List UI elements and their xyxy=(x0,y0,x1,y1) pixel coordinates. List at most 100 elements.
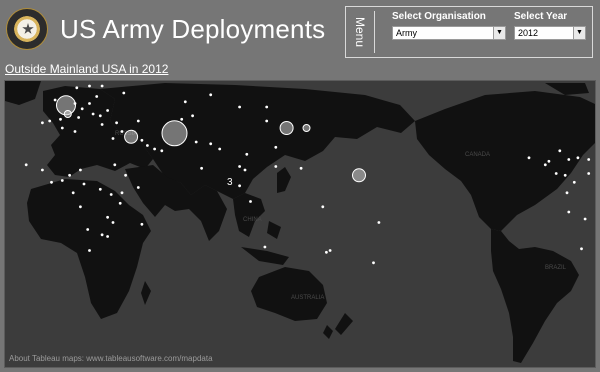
deployment-marker[interactable] xyxy=(194,140,198,144)
deployment-marker[interactable] xyxy=(567,158,571,161)
deployment-marker[interactable] xyxy=(238,165,242,168)
map-subtitle[interactable]: Outside Mainland USA in 2012 xyxy=(5,62,168,76)
deployment-marker[interactable] xyxy=(161,120,188,147)
deployment-marker[interactable] xyxy=(106,109,109,112)
deployment-marker[interactable] xyxy=(583,217,587,221)
deployment-marker[interactable] xyxy=(106,235,109,238)
deployment-marker[interactable] xyxy=(321,205,325,209)
deployment-marker[interactable] xyxy=(100,123,104,126)
deployment-marker[interactable] xyxy=(113,163,117,167)
deployment-marker[interactable] xyxy=(41,168,44,172)
chevron-down-icon[interactable]: ▼ xyxy=(573,27,585,39)
deployment-marker[interactable] xyxy=(136,186,140,189)
deployment-marker[interactable] xyxy=(71,191,75,195)
deployment-marker[interactable] xyxy=(88,249,91,252)
deployment-marker[interactable] xyxy=(124,129,139,144)
deployment-marker[interactable] xyxy=(80,107,84,111)
deployment-marker[interactable] xyxy=(153,147,157,151)
deployment-marker[interactable] xyxy=(53,98,57,102)
deployment-marker[interactable] xyxy=(50,180,53,184)
deployment-marker[interactable] xyxy=(587,172,591,175)
deployment-marker[interactable] xyxy=(140,138,144,142)
deployment-marker[interactable] xyxy=(160,149,164,153)
deployment-marker[interactable] xyxy=(98,187,102,191)
deployment-marker[interactable] xyxy=(302,124,311,132)
deployment-marker[interactable] xyxy=(115,121,118,125)
deployment-marker[interactable] xyxy=(238,184,242,188)
deployment-marker[interactable] xyxy=(325,250,328,254)
deployment-marker[interactable] xyxy=(572,180,576,184)
deployment-marker[interactable] xyxy=(238,105,242,109)
deployment-marker[interactable] xyxy=(263,245,267,249)
deployment-marker[interactable] xyxy=(200,166,204,170)
deployment-marker[interactable] xyxy=(109,193,113,196)
deployment-marker[interactable] xyxy=(86,228,90,231)
deployment-marker[interactable] xyxy=(100,233,104,237)
deployment-marker[interactable] xyxy=(209,93,213,97)
deployment-map[interactable]: RUSSIACHINACANADABRAZILAUSTRALIA 3 About… xyxy=(4,80,596,368)
deployment-marker[interactable] xyxy=(180,117,184,121)
organisation-select[interactable]: Army ▼ xyxy=(392,26,506,40)
deployment-marker[interactable] xyxy=(111,221,115,224)
year-select[interactable]: 2012 ▼ xyxy=(514,26,586,40)
deployment-marker[interactable] xyxy=(79,168,82,172)
deployment-marker[interactable] xyxy=(554,172,558,175)
deployment-marker[interactable] xyxy=(558,149,562,153)
deployment-marker[interactable] xyxy=(48,119,52,123)
deployment-marker[interactable] xyxy=(183,100,187,104)
deployment-marker[interactable] xyxy=(372,261,375,265)
deployment-marker[interactable] xyxy=(82,182,86,186)
deployment-marker[interactable] xyxy=(95,95,99,98)
deployment-marker[interactable] xyxy=(243,168,247,172)
deployment-marker[interactable] xyxy=(245,152,249,156)
deployment-marker[interactable] xyxy=(111,137,115,140)
map-attribution[interactable]: About Tableau maps: www.tableausoftware.… xyxy=(9,354,213,363)
deployment-marker[interactable] xyxy=(91,112,95,116)
deployment-marker[interactable] xyxy=(209,142,213,146)
deployment-marker[interactable] xyxy=(565,191,569,195)
deployment-marker[interactable] xyxy=(146,144,149,147)
deployment-marker[interactable] xyxy=(77,116,80,119)
deployment-marker[interactable] xyxy=(274,145,278,149)
deployment-marker[interactable] xyxy=(576,156,580,160)
deployment-marker[interactable] xyxy=(265,105,269,109)
deployment-marker[interactable] xyxy=(106,215,109,219)
deployment-marker[interactable] xyxy=(100,84,104,88)
deployment-marker[interactable] xyxy=(124,173,127,177)
deployment-marker[interactable] xyxy=(527,156,531,160)
deployment-marker[interactable] xyxy=(191,114,195,118)
deployment-marker[interactable] xyxy=(136,119,140,123)
deployment-marker[interactable] xyxy=(59,117,62,121)
deployment-marker[interactable] xyxy=(140,222,144,226)
deployment-marker[interactable] xyxy=(265,119,269,123)
deployment-marker[interactable] xyxy=(73,102,77,105)
world-map[interactable]: RUSSIACHINACANADABRAZILAUSTRALIA 3 xyxy=(5,81,596,368)
deployment-marker[interactable] xyxy=(24,163,28,167)
deployment-marker[interactable] xyxy=(543,163,547,167)
deployment-marker[interactable] xyxy=(563,173,567,177)
deployment-marker[interactable] xyxy=(122,91,126,95)
deployment-marker[interactable] xyxy=(299,166,303,170)
chevron-down-icon[interactable]: ▼ xyxy=(493,27,505,39)
deployment-marker[interactable] xyxy=(75,86,79,90)
deployment-marker[interactable] xyxy=(60,126,64,130)
deployment-marker[interactable] xyxy=(249,200,252,203)
deployment-marker[interactable] xyxy=(41,121,44,125)
deployment-marker[interactable] xyxy=(120,130,124,133)
deployment-marker[interactable] xyxy=(547,159,551,163)
deployment-marker[interactable] xyxy=(274,165,278,168)
deployment-marker[interactable] xyxy=(120,191,124,195)
deployment-marker[interactable] xyxy=(352,168,366,183)
deployment-marker[interactable] xyxy=(88,102,91,105)
deployment-marker[interactable] xyxy=(328,249,332,252)
deployment-marker[interactable] xyxy=(68,173,71,177)
deployment-marker[interactable] xyxy=(118,201,122,205)
deployment-marker[interactable] xyxy=(88,84,91,88)
deployment-marker[interactable] xyxy=(79,205,82,209)
deployment-marker[interactable] xyxy=(60,179,64,182)
deployment-marker[interactable] xyxy=(587,158,591,161)
deployment-marker[interactable] xyxy=(98,114,102,118)
deployment-marker[interactable] xyxy=(73,130,77,133)
deployment-marker[interactable] xyxy=(63,110,72,118)
deployment-marker[interactable] xyxy=(567,210,571,214)
